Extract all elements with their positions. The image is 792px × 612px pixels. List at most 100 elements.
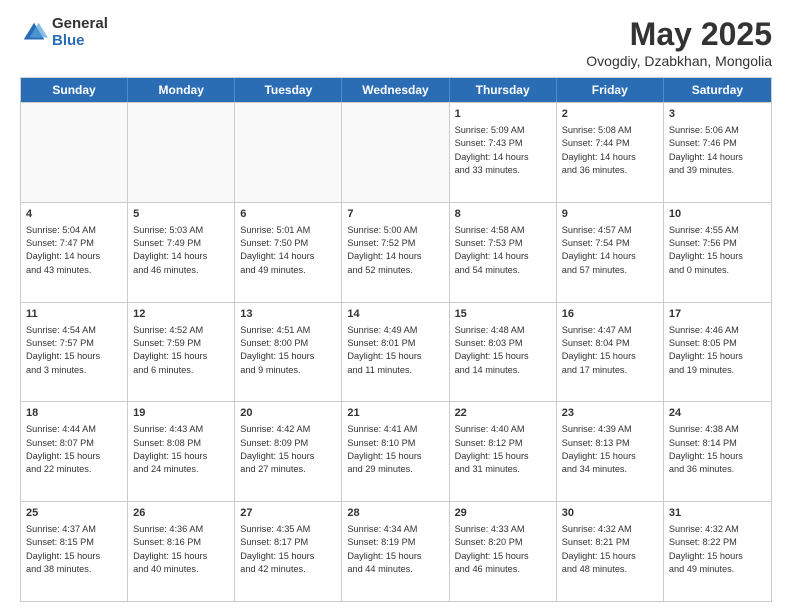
calendar-cell: 6Sunrise: 5:01 AMSunset: 7:50 PMDaylight… xyxy=(235,203,342,302)
sun-info: and 24 minutes. xyxy=(133,463,229,476)
sun-info: Sunset: 7:50 PM xyxy=(240,237,336,250)
sun-info: Daylight: 15 hours xyxy=(347,350,443,363)
calendar-body: 1Sunrise: 5:09 AMSunset: 7:43 PMDaylight… xyxy=(21,102,771,601)
calendar-cell: 27Sunrise: 4:35 AMSunset: 8:17 PMDayligh… xyxy=(235,502,342,601)
calendar-cell: 29Sunrise: 4:33 AMSunset: 8:20 PMDayligh… xyxy=(450,502,557,601)
sun-info: Sunrise: 4:47 AM xyxy=(562,324,658,337)
sun-info: Daylight: 15 hours xyxy=(455,350,551,363)
sun-info: Sunrise: 4:52 AM xyxy=(133,324,229,337)
header-cell-sunday: Sunday xyxy=(21,78,128,102)
logo: General Blue xyxy=(20,16,108,49)
sun-info: Daylight: 15 hours xyxy=(562,450,658,463)
calendar-cell: 16Sunrise: 4:47 AMSunset: 8:04 PMDayligh… xyxy=(557,303,664,402)
sun-info: Daylight: 14 hours xyxy=(455,151,551,164)
sun-info: Sunrise: 4:38 AM xyxy=(669,423,766,436)
sun-info: Sunset: 8:03 PM xyxy=(455,337,551,350)
sun-info: and 54 minutes. xyxy=(455,264,551,277)
header-cell-tuesday: Tuesday xyxy=(235,78,342,102)
sun-info: and 27 minutes. xyxy=(240,463,336,476)
sun-info: Daylight: 15 hours xyxy=(240,450,336,463)
sun-info: Sunset: 8:20 PM xyxy=(455,536,551,549)
sun-info: Sunset: 7:56 PM xyxy=(669,237,766,250)
sun-info: Sunset: 7:52 PM xyxy=(347,237,443,250)
sun-info: Sunset: 7:43 PM xyxy=(455,137,551,150)
sun-info: Sunrise: 4:32 AM xyxy=(562,523,658,536)
logo-icon xyxy=(20,19,48,47)
day-number: 4 xyxy=(26,207,122,223)
calendar-cell: 7Sunrise: 5:00 AMSunset: 7:52 PMDaylight… xyxy=(342,203,449,302)
calendar-row-3: 18Sunrise: 4:44 AMSunset: 8:07 PMDayligh… xyxy=(21,401,771,501)
sun-info: and 31 minutes. xyxy=(455,463,551,476)
sun-info: Sunset: 8:12 PM xyxy=(455,437,551,450)
sun-info: and 14 minutes. xyxy=(455,364,551,377)
sun-info: Sunrise: 5:03 AM xyxy=(133,224,229,237)
day-number: 5 xyxy=(133,207,229,223)
sun-info: Sunrise: 5:09 AM xyxy=(455,124,551,137)
day-number: 8 xyxy=(455,207,551,223)
sun-info: Sunrise: 5:04 AM xyxy=(26,224,122,237)
calendar-cell: 24Sunrise: 4:38 AMSunset: 8:14 PMDayligh… xyxy=(664,402,771,501)
sun-info: Sunset: 8:05 PM xyxy=(669,337,766,350)
sun-info: and 42 minutes. xyxy=(240,563,336,576)
sun-info: Daylight: 15 hours xyxy=(669,450,766,463)
sun-info: Daylight: 15 hours xyxy=(133,350,229,363)
calendar-cell: 17Sunrise: 4:46 AMSunset: 8:05 PMDayligh… xyxy=(664,303,771,402)
calendar-row-0: 1Sunrise: 5:09 AMSunset: 7:43 PMDaylight… xyxy=(21,102,771,202)
calendar-cell: 10Sunrise: 4:55 AMSunset: 7:56 PMDayligh… xyxy=(664,203,771,302)
sun-info: Daylight: 15 hours xyxy=(455,450,551,463)
sun-info: Sunrise: 4:54 AM xyxy=(26,324,122,337)
day-number: 2 xyxy=(562,107,658,123)
sun-info: and 33 minutes. xyxy=(455,164,551,177)
sun-info: Daylight: 15 hours xyxy=(669,550,766,563)
sun-info: and 57 minutes. xyxy=(562,264,658,277)
month-title: May 2025 xyxy=(586,16,772,53)
sun-info: Sunrise: 4:33 AM xyxy=(455,523,551,536)
sun-info: Daylight: 14 hours xyxy=(669,151,766,164)
sun-info: Daylight: 15 hours xyxy=(26,350,122,363)
day-number: 14 xyxy=(347,307,443,323)
sun-info: Sunrise: 5:06 AM xyxy=(669,124,766,137)
calendar-cell: 14Sunrise: 4:49 AMSunset: 8:01 PMDayligh… xyxy=(342,303,449,402)
location: Ovogdiy, Dzabkhan, Mongolia xyxy=(586,53,772,69)
sun-info: and 29 minutes. xyxy=(347,463,443,476)
sun-info: Sunset: 8:19 PM xyxy=(347,536,443,549)
sun-info: and 49 minutes. xyxy=(240,264,336,277)
sun-info: Sunset: 8:13 PM xyxy=(562,437,658,450)
sun-info: and 11 minutes. xyxy=(347,364,443,377)
calendar-cell xyxy=(128,103,235,202)
sun-info: Sunset: 7:46 PM xyxy=(669,137,766,150)
day-number: 10 xyxy=(669,207,766,223)
calendar-cell: 1Sunrise: 5:09 AMSunset: 7:43 PMDaylight… xyxy=(450,103,557,202)
sun-info: Daylight: 15 hours xyxy=(240,350,336,363)
sun-info: Sunrise: 4:34 AM xyxy=(347,523,443,536)
sun-info: Daylight: 15 hours xyxy=(347,450,443,463)
calendar-cell xyxy=(21,103,128,202)
calendar-cell: 12Sunrise: 4:52 AMSunset: 7:59 PMDayligh… xyxy=(128,303,235,402)
sun-info: Daylight: 15 hours xyxy=(133,550,229,563)
sun-info: Daylight: 15 hours xyxy=(26,450,122,463)
calendar-cell: 30Sunrise: 4:32 AMSunset: 8:21 PMDayligh… xyxy=(557,502,664,601)
calendar-cell: 21Sunrise: 4:41 AMSunset: 8:10 PMDayligh… xyxy=(342,402,449,501)
sun-info: and 34 minutes. xyxy=(562,463,658,476)
calendar-cell: 13Sunrise: 4:51 AMSunset: 8:00 PMDayligh… xyxy=(235,303,342,402)
calendar-cell: 26Sunrise: 4:36 AMSunset: 8:16 PMDayligh… xyxy=(128,502,235,601)
sun-info: and 19 minutes. xyxy=(669,364,766,377)
sun-info: Sunset: 8:17 PM xyxy=(240,536,336,549)
sun-info: Sunrise: 4:46 AM xyxy=(669,324,766,337)
sun-info: Daylight: 15 hours xyxy=(562,350,658,363)
calendar-cell xyxy=(342,103,449,202)
sun-info: and 22 minutes. xyxy=(26,463,122,476)
sun-info: and 44 minutes. xyxy=(347,563,443,576)
sun-info: and 39 minutes. xyxy=(669,164,766,177)
day-number: 29 xyxy=(455,506,551,522)
sun-info: and 52 minutes. xyxy=(347,264,443,277)
sun-info: and 38 minutes. xyxy=(26,563,122,576)
header-cell-saturday: Saturday xyxy=(664,78,771,102)
calendar-cell: 9Sunrise: 4:57 AMSunset: 7:54 PMDaylight… xyxy=(557,203,664,302)
sun-info: Sunset: 8:09 PM xyxy=(240,437,336,450)
sun-info: Daylight: 15 hours xyxy=(240,550,336,563)
day-number: 24 xyxy=(669,406,766,422)
header-cell-friday: Friday xyxy=(557,78,664,102)
sun-info: Sunrise: 5:01 AM xyxy=(240,224,336,237)
sun-info: and 17 minutes. xyxy=(562,364,658,377)
